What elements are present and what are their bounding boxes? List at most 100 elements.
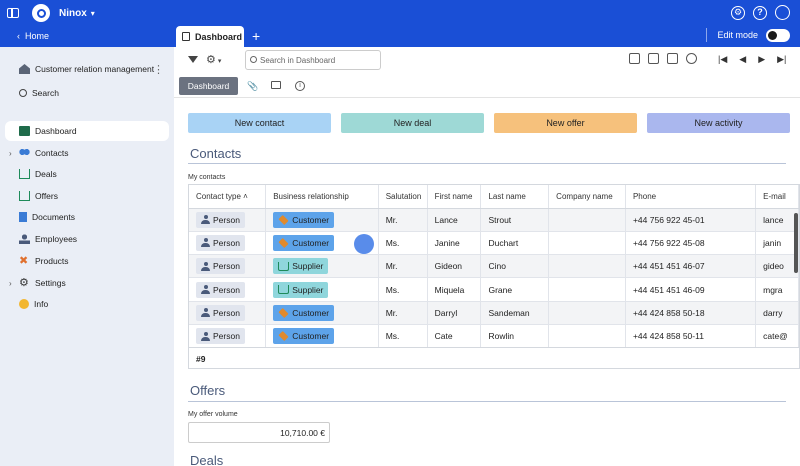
tab-dashboard[interactable]: Dashboard	[176, 26, 244, 47]
sidebar-item-contacts[interactable]: › Contacts	[0, 143, 174, 163]
sidebar-item-employees[interactable]: Employees	[0, 229, 174, 249]
sidebar-item-search[interactable]: Search	[0, 83, 174, 103]
print-icon[interactable]	[629, 53, 640, 64]
app-name[interactable]: Ninox	[59, 8, 87, 19]
filter-icon[interactable]	[188, 56, 198, 63]
cell-salutation[interactable]: Ms.	[378, 277, 428, 302]
next-record-icon[interactable]: ▶	[758, 54, 765, 65]
app-logo[interactable]	[32, 4, 50, 22]
new-contact-button[interactable]: New contact	[188, 113, 331, 133]
tab-dashboard-view[interactable]: Dashboard	[179, 77, 238, 95]
last-record-icon[interactable]: ▶|	[777, 54, 786, 65]
cell-company-name[interactable]	[548, 324, 626, 349]
cell-last-name[interactable]: Strout	[480, 208, 550, 232]
cell-email[interactable]: gideo	[755, 254, 799, 279]
cell-business-relationship[interactable]: Customer	[265, 208, 379, 232]
sidebar-item-documents[interactable]: Documents	[0, 207, 174, 227]
column-header-business-relationship[interactable]: Business relationship	[265, 185, 379, 209]
cell-last-name[interactable]: Duchart	[480, 231, 550, 256]
table-row[interactable]: Person Supplier Mr. Gideon Cino +44 451 451 4…	[189, 254, 799, 279]
cell-phone[interactable]: +44 424 858 50-18	[625, 301, 757, 325]
cell-salutation[interactable]: Ms.	[378, 324, 428, 349]
settings-menu-icon[interactable]: ⚙ ▾	[206, 53, 221, 66]
cell-company-name[interactable]	[548, 254, 626, 279]
info-icon[interactable]: i	[295, 81, 305, 91]
sidebar-item-dashboard[interactable]: Dashboard	[5, 121, 169, 141]
cell-company-name[interactable]	[548, 231, 626, 256]
add-circle-icon[interactable]	[686, 53, 697, 64]
column-header-salutation[interactable]: Salutation	[378, 185, 428, 209]
cell-first-name[interactable]: Janine	[427, 231, 482, 256]
new-activity-button[interactable]: New activity	[647, 113, 790, 133]
table-row[interactable]: Person Customer Mr. Lance Strout +44 756 922 …	[189, 208, 799, 232]
user-avatar-icon[interactable]	[775, 5, 790, 20]
table-row[interactable]: Person Customer Mr. Darryl Sandeman +44 424 8…	[189, 301, 799, 325]
cell-salutation[interactable]: Mr.	[378, 254, 428, 279]
chevron-right-icon[interactable]: ›	[9, 149, 12, 158]
sidebar-item-offers[interactable]: Offers	[0, 186, 174, 206]
table-row[interactable]: Person Customer Ms. Janine Duchart +44 756 92…	[189, 231, 799, 256]
cell-phone[interactable]: +44 451 451 46-07	[625, 254, 757, 279]
cell-email[interactable]: cate@	[755, 324, 799, 349]
column-header-first-name[interactable]: First name	[427, 185, 482, 209]
kebab-menu-icon[interactable]: ⋮	[153, 63, 164, 76]
trash-icon[interactable]	[648, 53, 659, 64]
new-offer-button[interactable]: New offer	[494, 113, 637, 133]
sidebar-item-database[interactable]: Customer relation management ⋮	[0, 59, 174, 79]
new-deal-button[interactable]: New deal	[341, 113, 484, 133]
cell-last-name[interactable]: Sandeman	[480, 301, 550, 325]
search-input[interactable]: Search in Dashboard	[245, 50, 381, 70]
cell-email[interactable]: darry	[755, 301, 799, 325]
column-header-email[interactable]: E-mail	[755, 185, 799, 209]
cell-salutation[interactable]: Ms.	[378, 231, 428, 256]
cell-phone[interactable]: +44 756 922 45-08	[625, 231, 757, 256]
sidebar-toggle-icon[interactable]	[7, 8, 19, 18]
cell-first-name[interactable]: Darryl	[427, 301, 482, 325]
column-header-last-name[interactable]: Last name	[480, 185, 550, 209]
cell-salutation[interactable]: Mr.	[378, 208, 428, 232]
add-tab-icon[interactable]: +	[252, 28, 260, 44]
sidebar-item-settings[interactable]: › ⚙ Settings	[0, 273, 174, 293]
cell-salutation[interactable]: Mr.	[378, 301, 428, 325]
cell-last-name[interactable]: Cino	[480, 254, 550, 279]
cell-contact-type[interactable]: Person	[189, 301, 267, 325]
help-icon[interactable]: ?	[753, 5, 767, 20]
previous-record-icon[interactable]: ◀	[739, 54, 746, 65]
column-header-phone[interactable]: Phone	[625, 185, 757, 209]
chevron-right-icon[interactable]: ›	[9, 279, 12, 288]
sidebar-item-deals[interactable]: Deals	[0, 164, 174, 184]
column-header-company-name[interactable]: Company name	[548, 185, 626, 209]
cell-email[interactable]: mgra	[755, 277, 799, 302]
cell-first-name[interactable]: Miquela	[427, 277, 482, 302]
cell-last-name[interactable]: Grane	[480, 277, 550, 302]
edit-mode-toggle[interactable]	[766, 28, 790, 42]
cell-business-relationship[interactable]: Customer	[265, 324, 379, 349]
scrollbar[interactable]	[794, 213, 798, 273]
cell-phone[interactable]: +44 451 451 46-09	[625, 277, 757, 302]
cell-email[interactable]: janin	[755, 231, 799, 256]
cell-business-relationship[interactable]: Supplier	[265, 277, 379, 302]
cell-contact-type[interactable]: Person	[189, 231, 267, 256]
cell-last-name[interactable]: Rowlin	[480, 324, 550, 349]
cell-phone[interactable]: +44 756 922 45-01	[625, 208, 757, 232]
cell-contact-type[interactable]: Person	[189, 208, 267, 232]
cell-company-name[interactable]	[548, 208, 626, 232]
column-header-contact-type[interactable]: Contact type ˄	[189, 185, 267, 209]
cell-contact-type[interactable]: Person	[189, 324, 267, 349]
cell-contact-type[interactable]: Person	[189, 277, 267, 302]
home-link[interactable]: ‹ Home	[17, 31, 49, 41]
cell-business-relationship[interactable]: Supplier	[265, 254, 379, 279]
table-row[interactable]: Person Customer Ms. Cate Rowlin +44 424 858 5…	[189, 324, 799, 349]
cell-email[interactable]: lance	[755, 208, 799, 232]
gear-icon[interactable]: ⚙	[731, 5, 745, 20]
cell-company-name[interactable]	[548, 277, 626, 302]
sidebar-item-products[interactable]: ✖ Products	[0, 251, 174, 271]
attachment-icon[interactable]: 📎	[247, 81, 258, 91]
cell-company-name[interactable]	[548, 301, 626, 325]
chevron-down-icon[interactable]: ▾	[91, 9, 95, 18]
cell-first-name[interactable]: Gideon	[427, 254, 482, 279]
cell-first-name[interactable]: Lance	[427, 208, 482, 232]
table-row[interactable]: Person Supplier Ms. Miquela Grane +44 451 451…	[189, 277, 799, 302]
comment-icon[interactable]	[271, 81, 281, 89]
sidebar-item-info[interactable]: Info	[0, 294, 174, 314]
